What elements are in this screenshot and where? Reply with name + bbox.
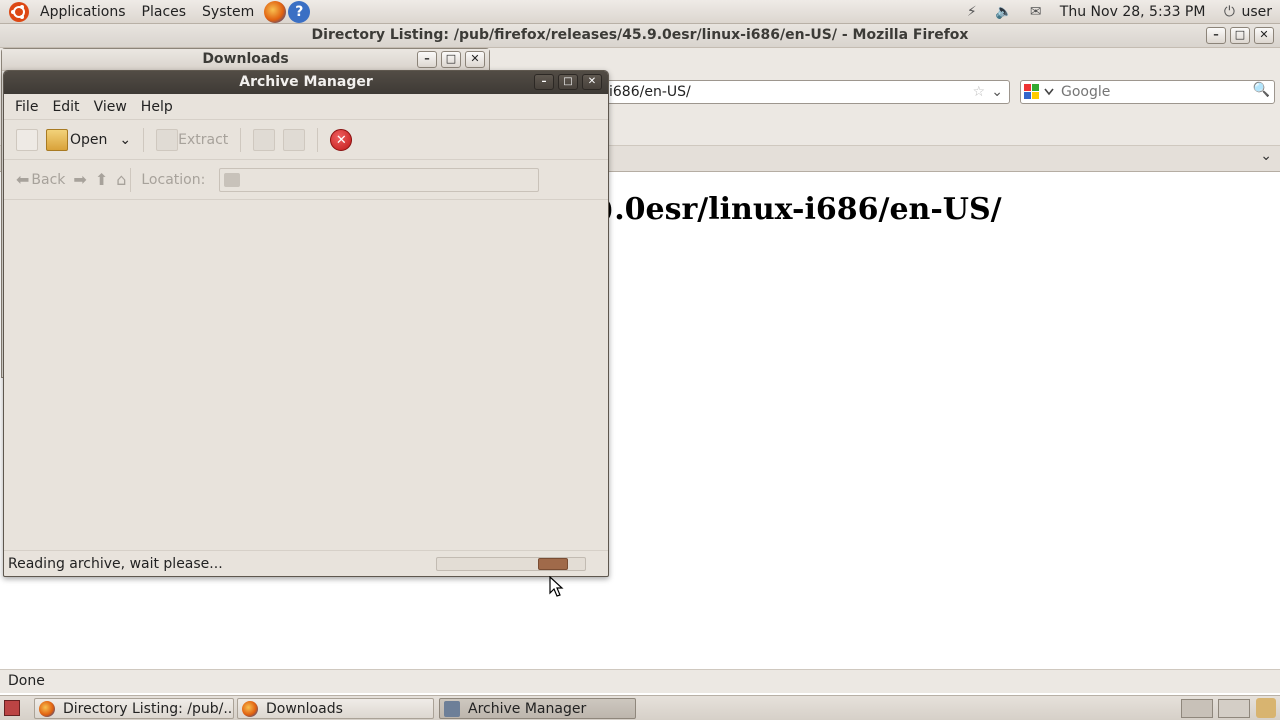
google-engine-icon[interactable]: [1023, 83, 1059, 101]
menu-file[interactable]: File: [8, 99, 45, 115]
folder-icon: [224, 172, 241, 187]
new-archive-icon: [16, 128, 38, 151]
firefox-statusbar: Done: [0, 669, 1280, 693]
bookmark-star-icon[interactable]: ☆: [972, 81, 985, 103]
chevron-down-icon[interactable]: ⌄: [119, 132, 131, 148]
extract-icon: [156, 128, 179, 151]
firefox-icon: [39, 700, 55, 717]
url-text: i686/en-US/: [609, 84, 691, 100]
menu-edit[interactable]: Edit: [45, 99, 86, 115]
add-files-button[interactable]: [249, 124, 279, 156]
status-text: Reading archive, wait please...: [8, 555, 223, 572]
workspace-2[interactable]: [1218, 699, 1250, 718]
taskbar-label: Directory Listing: /pub/...: [63, 700, 234, 717]
maximize-button[interactable]: □: [1230, 27, 1250, 44]
taskbar-label: Downloads: [266, 700, 343, 717]
mouse-cursor-icon: [549, 576, 564, 597]
toolbar-separator: [317, 127, 319, 152]
search-input[interactable]: [1061, 82, 1256, 102]
status-text: Done: [8, 673, 45, 689]
power-icon[interactable]: ⏻: [1219, 2, 1239, 22]
archive-manager-title: Archive Manager: [239, 74, 373, 90]
home-icon: ⌂: [116, 170, 127, 189]
ubuntu-logo-icon[interactable]: [8, 1, 30, 23]
help-launcher-icon[interactable]: ?: [288, 0, 311, 23]
workspace-1[interactable]: [1181, 699, 1213, 718]
extract-button[interactable]: Extract: [152, 124, 232, 156]
applications-menu[interactable]: Applications: [32, 0, 134, 24]
location-label: Location:: [141, 171, 206, 188]
folder-open-icon: [46, 128, 68, 151]
toolbar-separator: [240, 127, 242, 152]
firefox-icon: [242, 700, 258, 717]
bottom-panel: Directory Listing: /pub/... Downloads Ar…: [0, 695, 1280, 720]
downloads-titlebar[interactable]: Downloads – □ ✕: [2, 49, 489, 71]
extract-label: Extract: [178, 131, 229, 148]
close-button[interactable]: ✕: [465, 51, 485, 68]
home-button[interactable]: ⌂: [112, 164, 130, 196]
downloads-title: Downloads: [202, 51, 289, 67]
up-button[interactable]: ⬆: [91, 164, 112, 196]
places-menu[interactable]: Places: [134, 0, 195, 24]
taskbar-item-firefox[interactable]: Directory Listing: /pub/...: [34, 698, 234, 719]
new-archive-button[interactable]: [12, 124, 42, 156]
minimize-button[interactable]: –: [417, 51, 437, 68]
chevron-down-icon[interactable]: ⌄: [991, 81, 1003, 103]
progress-fill: [538, 558, 568, 570]
taskbar-label: Archive Manager: [468, 700, 587, 717]
add-files-icon: [253, 128, 276, 151]
statusbar: Reading archive, wait please...: [4, 550, 608, 576]
toolbar: Open ⌄ Extract ✕: [4, 120, 608, 160]
top-panel: Applications Places System ? ⚡ 🔈 ✉ Thu N…: [0, 0, 1280, 24]
back-label: Back: [31, 171, 66, 188]
minimize-button[interactable]: –: [1206, 27, 1226, 44]
firefox-titlebar: Directory Listing: /pub/firefox/releases…: [0, 24, 1280, 48]
toolbar-separator: [143, 127, 145, 152]
up-arrow-icon: ⬆: [94, 170, 109, 189]
taskbar-item-downloads[interactable]: Downloads: [237, 698, 434, 719]
archive-manager-window: Archive Manager – □ ✕ File Edit View Hel…: [3, 70, 609, 577]
add-folder-icon: [283, 128, 306, 151]
archive-manager-titlebar[interactable]: Archive Manager – □ ✕: [4, 71, 608, 94]
search-box[interactable]: 🔍: [1020, 80, 1275, 104]
back-arrow-icon: ⬅: [16, 170, 30, 189]
page-heading: ).0esr/linux-i686/en-US/: [600, 192, 1002, 227]
mail-icon[interactable]: ✉: [1026, 2, 1046, 22]
archive-manager-icon: [444, 700, 460, 717]
maximize-button[interactable]: □: [441, 51, 461, 68]
search-icon[interactable]: 🔍: [1253, 82, 1270, 98]
location-bar: ⬅ Back ➡ ⬆ ⌂ Location:: [4, 160, 608, 200]
stop-icon: ✕: [330, 128, 353, 151]
back-button[interactable]: ⬅ Back: [12, 164, 69, 196]
menu-view[interactable]: View: [87, 99, 134, 115]
url-bar[interactable]: i686/en-US/ ☆ ⌄: [600, 80, 1010, 104]
user-menu[interactable]: user: [1239, 0, 1280, 24]
menubar: File Edit View Help: [4, 94, 608, 120]
close-button[interactable]: ✕: [1254, 27, 1274, 44]
show-desktop-icon[interactable]: [4, 700, 20, 716]
file-list[interactable]: [4, 200, 608, 552]
trash-icon[interactable]: [1256, 698, 1276, 718]
open-button[interactable]: Open ⌄: [42, 124, 135, 156]
firefox-window-title: Directory Listing: /pub/firefox/releases…: [311, 27, 969, 43]
chevron-down-icon[interactable]: ⌄: [1260, 148, 1272, 164]
location-input[interactable]: [219, 167, 540, 192]
stop-button[interactable]: ✕: [326, 124, 356, 156]
clock[interactable]: Thu Nov 28, 5:33 PM: [1052, 0, 1214, 24]
open-label: Open: [70, 131, 108, 148]
add-folder-button[interactable]: [279, 124, 309, 156]
progress-bar: [436, 557, 586, 571]
taskbar-item-archive-manager[interactable]: Archive Manager: [439, 698, 636, 719]
forward-button[interactable]: ➡: [69, 164, 90, 196]
maximize-button[interactable]: □: [558, 74, 578, 90]
volume-icon[interactable]: 🔈: [994, 2, 1014, 22]
toolbar-separator: [130, 167, 132, 192]
minimize-button[interactable]: –: [534, 74, 554, 90]
close-button[interactable]: ✕: [582, 74, 602, 90]
system-menu[interactable]: System: [194, 0, 262, 24]
menu-help[interactable]: Help: [134, 99, 180, 115]
network-icon[interactable]: ⚡: [962, 2, 982, 22]
forward-arrow-icon: ➡: [73, 170, 87, 189]
firefox-launcher-icon[interactable]: [264, 0, 287, 23]
